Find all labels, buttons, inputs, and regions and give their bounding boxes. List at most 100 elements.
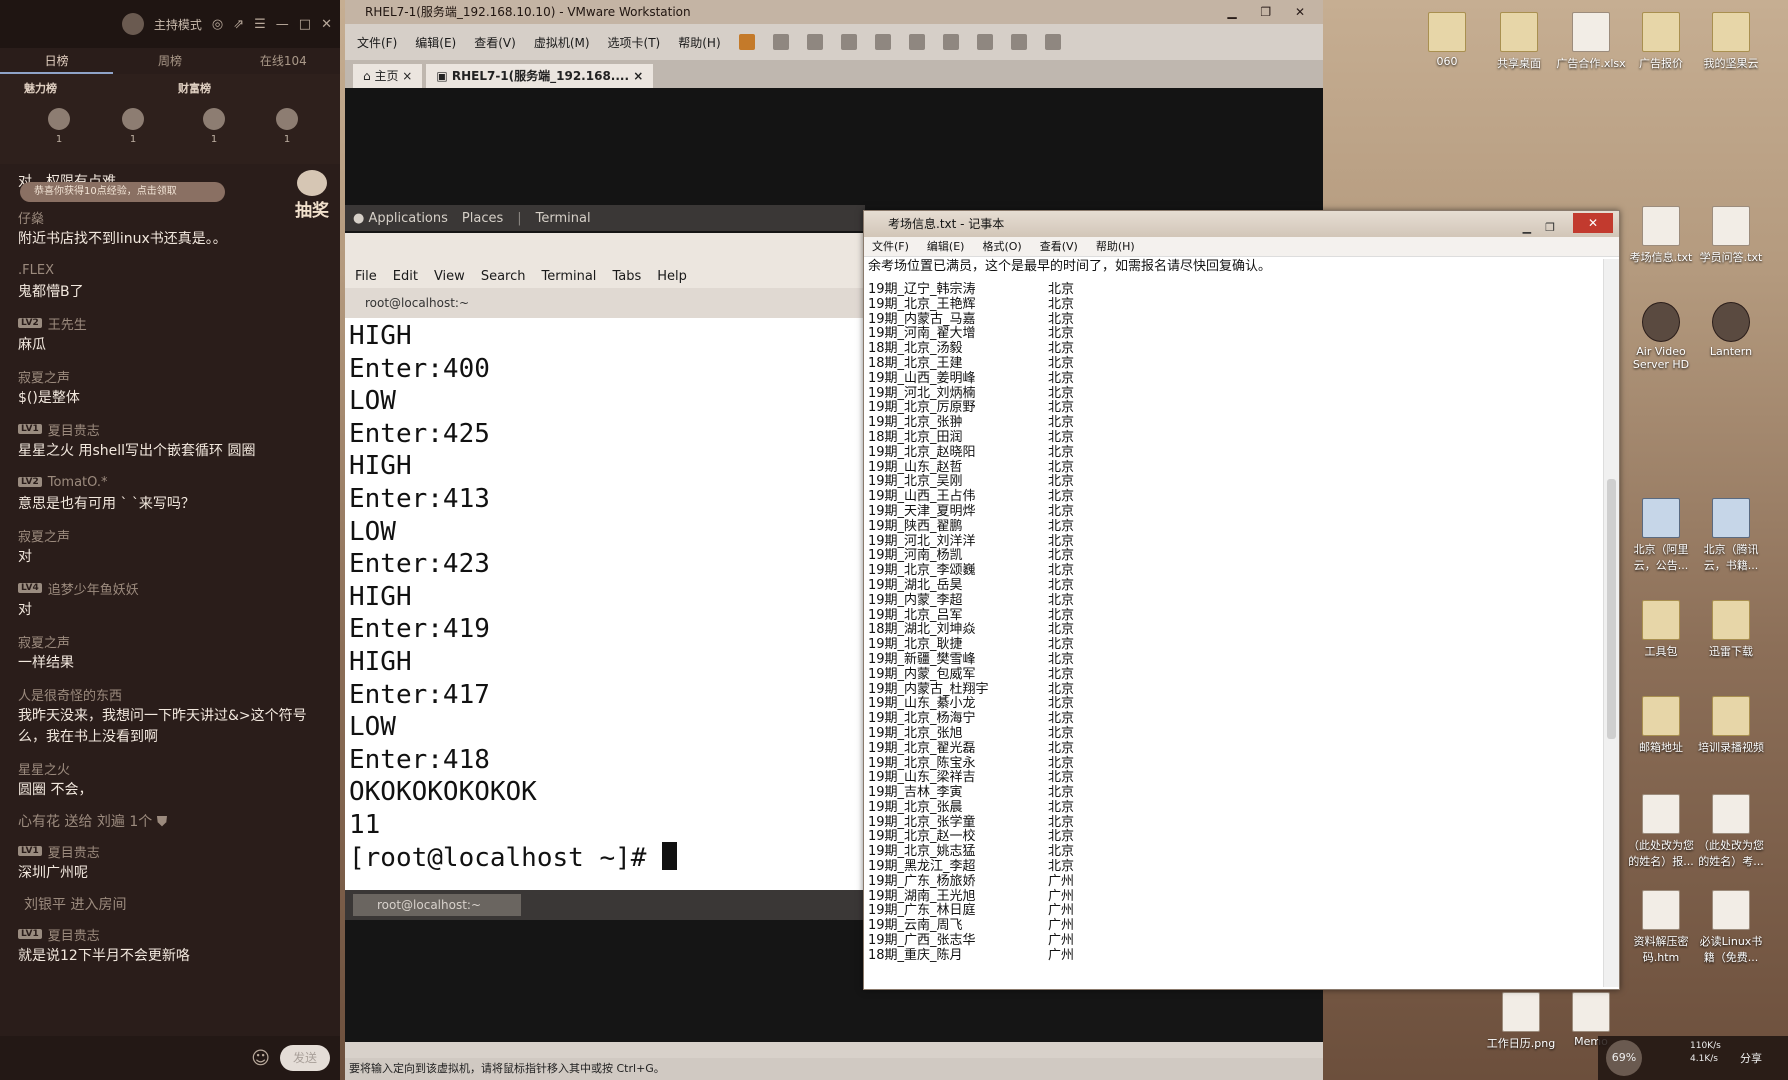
horizontal-scrollbar[interactable] xyxy=(345,1042,1323,1058)
np-menu-edit[interactable]: 编辑(E) xyxy=(927,237,965,256)
minimize-icon[interactable]: — xyxy=(276,17,289,32)
snapshot-manager-icon[interactable] xyxy=(874,34,891,50)
emoji-icon[interactable]: ☺ xyxy=(251,1048,270,1069)
cpu-meter[interactable]: 69% xyxy=(1606,1040,1642,1076)
desktop-icon-email[interactable]: 邮箱地址 xyxy=(1626,696,1696,755)
chat-username[interactable]: .FLEX xyxy=(18,260,322,280)
desktop-icon-doc1[interactable]: （此处改为您的姓名）报... xyxy=(1626,794,1696,869)
desktop-icon-ad-price[interactable]: 广告报价 xyxy=(1626,12,1696,71)
desktop-icon-books[interactable]: 必读Linux书籍（免费... xyxy=(1696,890,1766,965)
term-menu-edit[interactable]: Edit xyxy=(393,269,418,284)
chat-username[interactable]: 寂夏之声 xyxy=(18,525,322,545)
tab-daily[interactable]: 日榜 xyxy=(0,48,114,74)
np-menu-format[interactable]: 格式(O) xyxy=(982,237,1021,256)
gnome-applications[interactable]: ● Applications xyxy=(353,211,448,226)
chat-username[interactable]: 寂夏之声 xyxy=(18,631,322,651)
tab-weekly[interactable]: 周榜 xyxy=(113,48,226,74)
terminal-tab[interactable]: root@localhost:~ xyxy=(345,288,865,318)
desktop-icon-aliyun[interactable]: 北京（阿里云，公告... xyxy=(1626,498,1696,573)
menu-vm[interactable]: 虚拟机(M) xyxy=(534,34,590,51)
settings-icon[interactable]: ◎ xyxy=(212,17,223,32)
rank-user[interactable]: 1 xyxy=(203,108,225,145)
lottery-button[interactable]: 抽奖 xyxy=(290,170,334,221)
menu-edit[interactable]: 编辑(E) xyxy=(415,34,456,51)
rank-user[interactable]: 1 xyxy=(48,108,70,145)
maximize-icon[interactable]: □ xyxy=(299,17,311,32)
np-menu-view[interactable]: 查看(V) xyxy=(1040,237,1078,256)
desktop-icon-xunlei[interactable]: 迅雷下载 xyxy=(1696,600,1766,659)
revert-snapshot-icon[interactable] xyxy=(840,34,857,50)
rank-user[interactable]: 1 xyxy=(122,108,144,145)
scrollbar-thumb[interactable] xyxy=(1607,479,1616,739)
notepad-text-area[interactable]: 余考场位置已满员，这个是最早的时间了，如需报名请尽快回复确认。 19期_辽宁_韩宗… xyxy=(868,259,1601,964)
chat-username[interactable]: 星星之火 xyxy=(18,758,322,778)
share-button[interactable]: 分享 xyxy=(1740,1050,1762,1066)
desktop-icon-exam-txt[interactable]: 考场信息.txt xyxy=(1626,206,1696,265)
tab-vm[interactable]: ▣ RHEL7-1(服务端_192.168.... × xyxy=(426,64,654,88)
desktop-icon-lantern[interactable]: Lantern xyxy=(1696,302,1766,358)
chat-username[interactable]: 夏目贵志 xyxy=(48,925,100,944)
tab-online[interactable]: 在线104 xyxy=(227,48,340,74)
desktop-icon-training[interactable]: 培训录播视频 xyxy=(1696,696,1766,755)
close-icon[interactable]: ✕ xyxy=(321,17,332,32)
chat-username[interactable]: 夏目贵志 xyxy=(48,842,100,861)
chat-username[interactable]: 夏目贵志 xyxy=(48,420,100,439)
avatar[interactable] xyxy=(121,13,144,35)
vertical-scrollbar[interactable] xyxy=(1603,259,1619,987)
window-controls[interactable]: ▁❐ xyxy=(1523,215,1569,241)
chat-username[interactable]: TomatO.* xyxy=(48,475,108,490)
excel-file-icon xyxy=(1572,12,1610,52)
gnome-terminal-app[interactable]: Terminal xyxy=(536,211,591,226)
term-menu-help[interactable]: Help xyxy=(657,269,687,284)
gnome-places[interactable]: Places xyxy=(462,211,503,226)
desktop-icon-ad-xlsx[interactable]: 广告合作.xlsx xyxy=(1556,12,1626,71)
desktop-icon-jianguoyun[interactable]: 我的坚果云 xyxy=(1696,12,1766,71)
send-keys-icon[interactable] xyxy=(772,34,789,50)
chat-message: 寂夏之声对 xyxy=(18,525,322,568)
fullscreen-icon[interactable] xyxy=(976,34,993,50)
send-button[interactable]: 发送 xyxy=(280,1045,330,1071)
pause-icon[interactable] xyxy=(738,34,755,50)
host-mode-label[interactable]: 主持模式 xyxy=(154,16,202,33)
window-controls[interactable]: ▁ ❐ ✕ xyxy=(1227,0,1315,24)
menu-icon[interactable]: ☰ xyxy=(254,17,266,32)
menu-view[interactable]: 查看(V) xyxy=(474,34,516,51)
tab-home[interactable]: ⌂ 主页 × xyxy=(353,64,423,88)
exp-reward-pill[interactable]: 恭喜你获得10点经验，点击领取 xyxy=(20,182,225,202)
desktop-icon-tools[interactable]: 工具包 xyxy=(1626,600,1696,659)
desktop-icon-qa-txt[interactable]: 学员问答.txt xyxy=(1696,206,1766,265)
desktop-icon-airvideo[interactable]: Air Video Server HD xyxy=(1626,302,1696,371)
close-button[interactable]: ✕ xyxy=(1573,213,1613,233)
chat-username[interactable]: 王先生 xyxy=(48,314,87,333)
desktop-icon-calendar[interactable]: 工作日历.png xyxy=(1486,992,1556,1051)
desktop-icon-pwd-htm[interactable]: 资料解压密码.htm xyxy=(1626,890,1696,965)
menu-file[interactable]: 文件(F) xyxy=(357,34,397,51)
snapshot-icon[interactable] xyxy=(806,34,823,50)
chat-username[interactable]: 追梦少年鱼妖妖 xyxy=(48,579,139,598)
term-menu-file[interactable]: File xyxy=(355,269,377,284)
notepad-row: 18期_湖北_刘坤焱 北京 xyxy=(868,622,1601,638)
term-menu-search[interactable]: Search xyxy=(481,269,526,284)
chat-username[interactable]: 仔燊 xyxy=(18,207,322,227)
rank-user[interactable]: 1 xyxy=(276,108,298,145)
chat-username[interactable]: 人是很奇怪的东西 xyxy=(18,684,322,704)
desktop-icon-doc2[interactable]: （此处改为您的姓名）考... xyxy=(1696,794,1766,869)
term-menu-terminal[interactable]: Terminal xyxy=(541,269,596,284)
share-icon[interactable]: ⇗ xyxy=(233,17,244,32)
chat-username[interactable]: 寂夏之声 xyxy=(18,366,322,386)
terminal-output[interactable]: HIGH Enter:400 LOW Enter:425 HIGH Enter:413 LO… xyxy=(345,318,865,890)
np-menu-file[interactable]: 文件(F) xyxy=(872,237,909,256)
np-menu-help[interactable]: 帮助(H) xyxy=(1096,237,1135,256)
console-view-icon[interactable] xyxy=(942,34,959,50)
desktop-icon-tencent[interactable]: 北京（腾讯云，书籍... xyxy=(1696,498,1766,573)
menu-help[interactable]: 帮助(H) xyxy=(678,34,720,51)
term-menu-view[interactable]: View xyxy=(434,269,465,284)
desktop-icon-shared[interactable]: 共享桌面 xyxy=(1484,12,1554,71)
unity-icon[interactable] xyxy=(1010,34,1027,50)
taskbar-terminal-item[interactable]: root@localhost:~ xyxy=(353,894,522,916)
menu-tabs[interactable]: 选项卡(T) xyxy=(608,34,661,51)
sidebar-toggle-icon[interactable] xyxy=(908,34,925,50)
desktop-icon-060[interactable]: 060 xyxy=(1412,12,1482,68)
library-icon[interactable] xyxy=(1044,34,1061,50)
term-menu-tabs[interactable]: Tabs xyxy=(612,269,641,284)
